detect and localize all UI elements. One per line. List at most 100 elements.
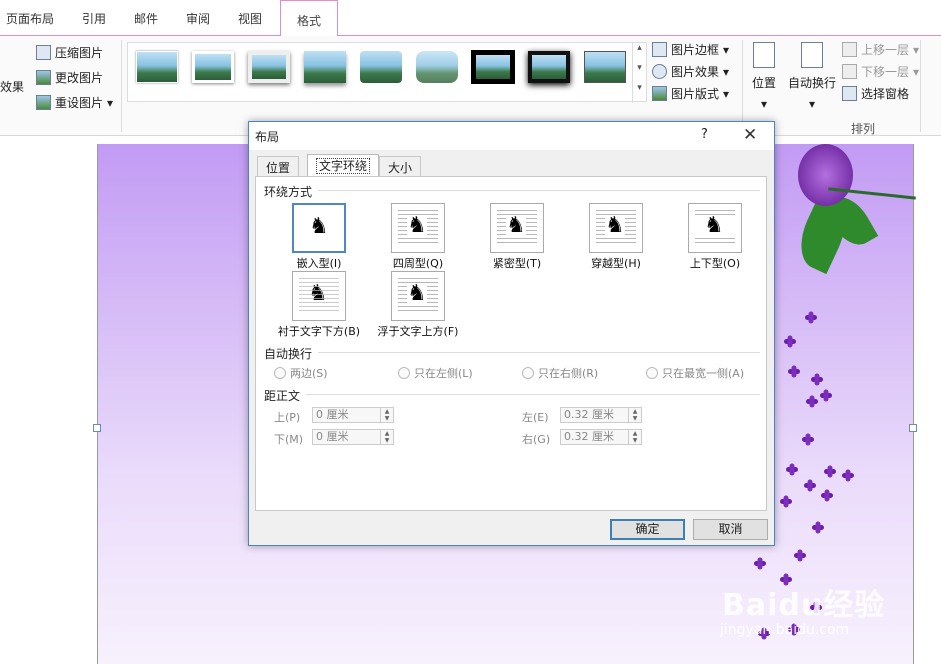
wrap-style-heading: 环绕方式: [264, 185, 313, 199]
petal-graphic: [786, 464, 798, 476]
bring-forward-button[interactable]: 上移一层 ▾: [842, 41, 919, 58]
spinner-arrows-icon[interactable]: ▲ ▼: [628, 430, 641, 444]
dialog-title-bar: 布局 ? ✕: [249, 122, 774, 150]
spinner-arrows-icon[interactable]: ▲ ▼: [380, 430, 393, 444]
artistic-effects-button[interactable]: 效果: [0, 78, 24, 95]
wrap-both-sides-radio[interactable]: 两边(S): [274, 365, 328, 381]
compress-pictures-button[interactable]: 压缩图片: [36, 44, 103, 61]
send-backward-button[interactable]: 下移一层 ▾: [842, 63, 919, 80]
wrap-top-bottom-option[interactable]: ♞: [688, 203, 742, 253]
picture-layout-button[interactable]: 图片版式 ▾: [652, 85, 729, 102]
tab-size-label: 大小: [388, 161, 413, 175]
tab-review[interactable]: 审阅: [186, 10, 210, 27]
reset-picture-button[interactable]: 重设图片 ▾: [36, 94, 113, 111]
tab-view[interactable]: 视图: [238, 10, 262, 27]
wrap-through-label: 穿越型(H): [591, 257, 641, 270]
petal-graphic: [806, 396, 818, 408]
arrange-group-label: 排列: [851, 122, 876, 136]
wrap-inline-option[interactable]: ♞: [292, 203, 346, 253]
ribbon-tab-bar: 页面布局 引用 邮件 审阅 视图 格式: [0, 0, 941, 37]
style-thumb[interactable]: [192, 51, 234, 83]
close-icon[interactable]: ✕: [743, 125, 757, 145]
cancel-button[interactable]: 取消: [693, 519, 768, 540]
chevron-down-icon: ▾: [808, 97, 816, 111]
dialog-title: 布局: [255, 130, 280, 144]
petal-graphic: [788, 366, 800, 378]
style-thumb[interactable]: [360, 51, 402, 83]
style-thumb[interactable]: [136, 51, 178, 83]
wrap-inline-label: 嵌入型(I): [296, 257, 342, 270]
resize-handle-left[interactable]: [93, 424, 101, 432]
tab-size[interactable]: 大小: [379, 156, 422, 176]
tab-position-label: 位置: [266, 161, 291, 175]
tab-format[interactable]: 格式: [280, 0, 338, 37]
style-thumb[interactable]: [471, 50, 515, 84]
picture-effects-label: 图片效果: [671, 65, 720, 79]
tab-mailings[interactable]: 邮件: [134, 10, 158, 27]
chevron-down-icon: ▾: [760, 97, 768, 111]
distance-left-input[interactable]: 0.32 厘米 ▲ ▼: [560, 407, 642, 423]
wrap-behind-text-option[interactable]: ♞: [292, 271, 346, 321]
dog-icon: ♞: [605, 213, 625, 238]
petal-graphic: [821, 490, 833, 502]
wrap-largest-side-radio[interactable]: 只在最宽一侧(A): [646, 365, 744, 381]
chevron-down-icon: ▾: [913, 64, 920, 79]
petal-graphic: [804, 480, 816, 492]
layout-icon: [652, 86, 667, 101]
tab-position[interactable]: 位置: [257, 156, 300, 176]
help-icon[interactable]: ?: [701, 127, 708, 142]
wrap-square-option[interactable]: ♞: [391, 203, 445, 253]
text-wrapping-panel: 环绕方式 ♞ 嵌入型(I) ♞ 四周型(Q) ♞ 紧密型(T) ♞ 穿越型(H)…: [255, 176, 767, 511]
wrap-left-only-label: 只在左侧(L): [414, 367, 473, 380]
distance-top-input[interactable]: 0 厘米 ▲ ▼: [312, 407, 394, 423]
change-picture-button[interactable]: 更改图片: [36, 69, 103, 86]
petal-graphic: [805, 312, 817, 324]
wrap-text-button[interactable]: 自动换行 ▾: [788, 42, 836, 111]
ribbon-separator: [920, 40, 921, 132]
resize-handle-right[interactable]: [909, 424, 917, 432]
watermark-url: jingyan.baidu.com: [720, 622, 850, 638]
petal-graphic: [820, 390, 832, 402]
change-picture-icon: [36, 70, 51, 85]
flower-cluster: [798, 144, 853, 206]
picture-styles-gallery[interactable]: ▴ ▾ ▾: [127, 42, 647, 103]
chevron-down-icon: ▾: [913, 42, 920, 57]
tab-page-layout[interactable]: 页面布局: [6, 10, 54, 27]
spinner-arrows-icon[interactable]: ▲ ▼: [380, 408, 393, 422]
wrap-in-front-option[interactable]: ♞: [391, 271, 445, 321]
picture-layout-label: 图片版式: [671, 87, 720, 101]
selection-pane-button[interactable]: 选择窗格: [842, 85, 909, 102]
distance-bottom-input[interactable]: 0 厘米 ▲ ▼: [312, 429, 394, 445]
wrap-text-icon: [801, 42, 823, 68]
wrap-left-only-radio[interactable]: 只在左侧(L): [398, 365, 473, 381]
distance-bottom-label: 下(M): [274, 433, 304, 446]
wrap-top-bottom-label: 上下型(O): [689, 257, 741, 270]
position-button[interactable]: 位置 ▾: [752, 42, 776, 111]
distance-right-value: 0.32 厘米: [564, 430, 614, 443]
style-thumb[interactable]: [304, 51, 346, 83]
picture-border-button[interactable]: 图片边框 ▾: [652, 41, 729, 58]
petal-graphic: [812, 522, 824, 534]
wrap-through-option[interactable]: ♞: [589, 203, 643, 253]
style-thumb[interactable]: [416, 51, 458, 83]
petal-graphic: [802, 434, 814, 446]
tab-text-wrapping[interactable]: 文字环绕: [307, 154, 380, 177]
distance-heading: 距正文: [264, 389, 301, 403]
wrap-tight-option[interactable]: ♞: [490, 203, 544, 253]
selection-pane-label: 选择窗格: [861, 87, 910, 101]
petal-graphic: [824, 466, 836, 478]
picture-effects-button[interactable]: 图片效果 ▾: [652, 63, 729, 80]
tab-references[interactable]: 引用: [82, 10, 106, 27]
distance-right-input[interactable]: 0.32 厘米 ▲ ▼: [560, 429, 642, 445]
wrap-right-only-radio[interactable]: 只在右侧(R): [522, 365, 598, 381]
ok-button[interactable]: 确定: [610, 519, 685, 540]
gallery-scroll[interactable]: ▴ ▾ ▾: [632, 43, 646, 103]
change-picture-label: 更改图片: [55, 71, 104, 85]
petal-graphic: [794, 550, 806, 562]
style-thumb[interactable]: [248, 51, 290, 83]
wrap-square-label: 四周型(Q): [392, 257, 444, 270]
style-thumb[interactable]: [528, 51, 570, 83]
distance-left-value: 0.32 厘米: [564, 408, 614, 421]
style-thumb[interactable]: [584, 51, 626, 83]
spinner-arrows-icon[interactable]: ▲ ▼: [628, 408, 641, 422]
